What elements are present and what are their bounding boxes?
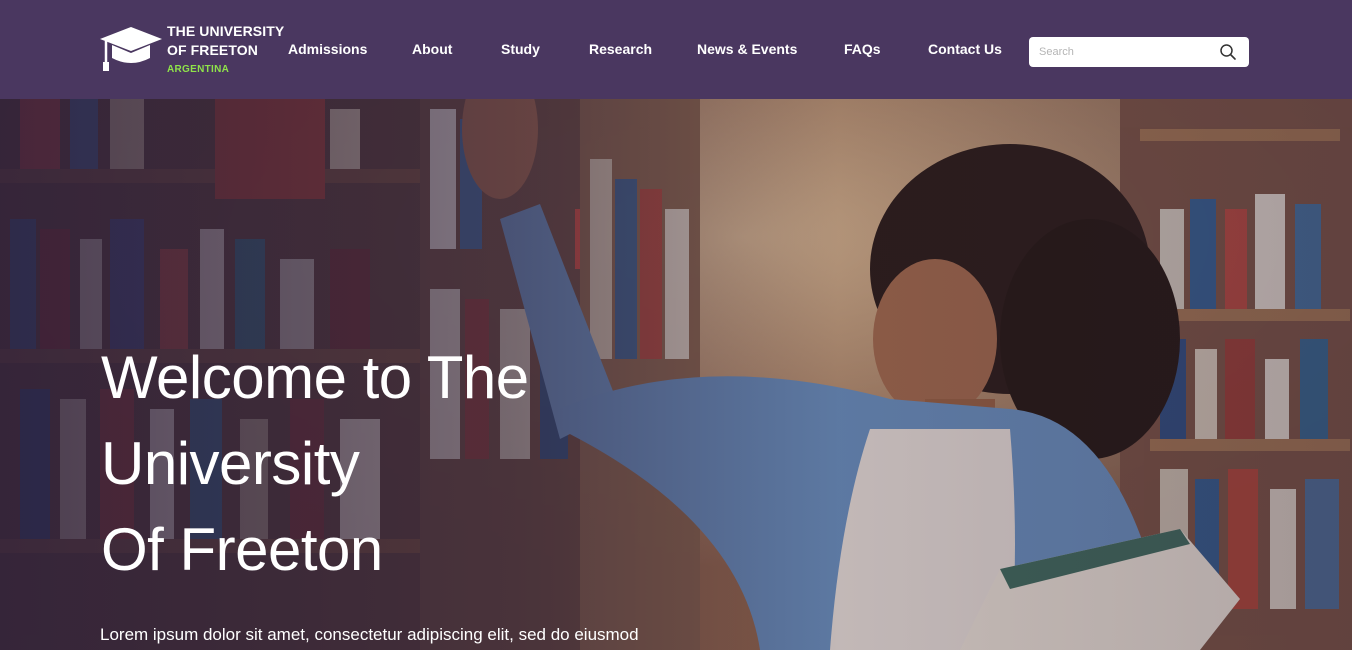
- logo-country: ARGENTINA: [167, 64, 230, 75]
- hero-title-line2: University: [101, 430, 360, 497]
- site-logo[interactable]: THE UNIVERSITY OF FREETON ARGENTINA: [98, 22, 298, 78]
- site-header: THE UNIVERSITY OF FREETON ARGENTINA Admi…: [0, 0, 1352, 99]
- nav-contact-us[interactable]: Contact Us: [928, 41, 1002, 57]
- nav-news-events[interactable]: News & Events: [697, 41, 797, 57]
- nav-study[interactable]: Study: [501, 41, 540, 57]
- nav-admissions[interactable]: Admissions: [288, 41, 367, 57]
- graduation-cap-icon: [100, 27, 162, 71]
- hero-subtitle: Lorem ipsum dolor sit amet, consectetur …: [100, 625, 639, 644]
- hero-title-line3: Of Freeton: [101, 516, 383, 583]
- hero-title-line1: Welcome to The: [101, 344, 529, 411]
- search-box: [1029, 37, 1249, 67]
- nav-research[interactable]: Research: [589, 41, 652, 57]
- logo-name-line1: THE UNIVERSITY: [167, 23, 285, 39]
- hero-title: Welcome to The University Of Freeton: [101, 335, 741, 593]
- logo-name-line2: OF FREETON: [167, 42, 258, 58]
- search-input[interactable]: [1037, 43, 1211, 61]
- hero-section: Welcome to The University Of Freeton Lor…: [0, 99, 1352, 650]
- search-icon[interactable]: [1219, 43, 1237, 61]
- nav-faqs[interactable]: FAQs: [844, 41, 881, 57]
- nav-about[interactable]: About: [412, 41, 452, 57]
